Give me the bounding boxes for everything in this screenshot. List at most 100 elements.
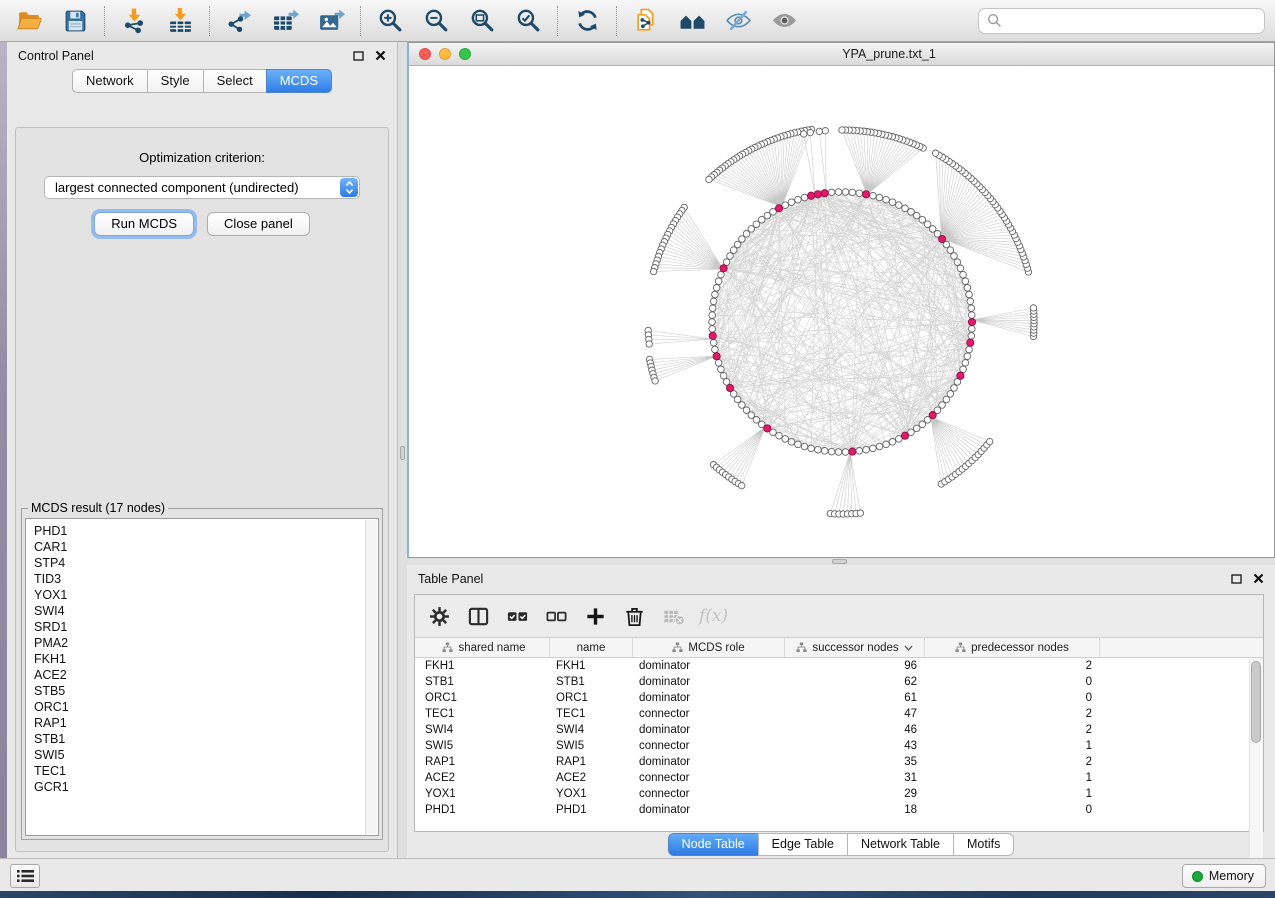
column-header-predecessor-nodes[interactable]: predecessor nodes	[925, 638, 1100, 657]
window-close-button[interactable]	[419, 48, 431, 60]
control-panel-close-icon[interactable]	[375, 50, 386, 61]
network-canvas[interactable]	[409, 66, 1274, 557]
mcds-result-item[interactable]: YOX1	[34, 587, 364, 603]
mcds-result-item[interactable]: PMA2	[34, 635, 364, 651]
search-input[interactable]	[1008, 13, 1256, 28]
column-header-name[interactable]: name	[550, 638, 633, 657]
mcds-result-item[interactable]: STP4	[34, 555, 364, 571]
export-image-icon[interactable]	[312, 4, 350, 38]
control-panel-float-icon[interactable]	[353, 51, 364, 61]
tab-select[interactable]: Select	[203, 69, 266, 93]
show-all-icon[interactable]	[765, 4, 803, 38]
mcds-result-item[interactable]: TID3	[34, 571, 364, 587]
create-column-icon[interactable]	[582, 603, 609, 630]
table-header-row: shared namenameMCDS rolesuccessor nodesp…	[415, 638, 1263, 658]
optimization-criterion-select[interactable]: largest connected component (undirected)	[44, 176, 360, 199]
table-row[interactable]: RAP1RAP1dominator352	[419, 754, 1263, 770]
table-row[interactable]: PHD1PHD1dominator180	[419, 802, 1263, 818]
mcds-result-item[interactable]: STB5	[34, 683, 364, 699]
refresh-icon[interactable]	[568, 4, 606, 38]
splitter-grip-icon[interactable]	[832, 559, 847, 564]
table-row[interactable]: YOX1YOX1connector291	[419, 786, 1263, 802]
table-row[interactable]: ACE2ACE2connector311	[419, 770, 1263, 786]
network-view-window: YPA_prune.txt_1	[407, 42, 1275, 558]
network-graph[interactable]	[409, 66, 1274, 556]
search-box[interactable]	[978, 8, 1265, 34]
mcds-result-box: MCDS result (17 nodes) PHD1CAR1STP4TID3Y…	[21, 501, 383, 840]
splitter-grip-icon[interactable]	[400, 446, 405, 460]
tab-motifs[interactable]: Motifs	[953, 833, 1014, 856]
result-list-scrollbar[interactable]	[365, 520, 377, 834]
tab-network[interactable]: Network	[72, 69, 147, 93]
toolbar-separator	[557, 6, 558, 36]
select-all-icon[interactable]	[504, 603, 531, 630]
vertical-splitter[interactable]	[398, 42, 407, 858]
table-row[interactable]: SWI5SWI5connector431	[419, 738, 1263, 754]
tab-style[interactable]: Style	[147, 69, 203, 93]
mcds-result-item[interactable]: PHD1	[34, 523, 364, 539]
settings-gear-icon[interactable]	[426, 603, 453, 630]
close-panel-button[interactable]: Close panel	[207, 212, 310, 236]
mcds-result-item[interactable]: CAR1	[34, 539, 364, 555]
table-row[interactable]: SWI4SWI4dominator462	[419, 722, 1263, 738]
table-cell: STB1	[550, 676, 633, 688]
table-panel: Table Panel f(x) shared namenameMCDS rol…	[407, 565, 1275, 858]
export-table-icon[interactable]	[266, 4, 304, 38]
mcds-result-item[interactable]: STB1	[34, 731, 364, 747]
zoom-selected-icon[interactable]	[509, 4, 547, 38]
table-cell: PHD1	[550, 804, 633, 816]
task-history-button[interactable]	[10, 864, 40, 888]
tab-node-table[interactable]: Node Table	[668, 833, 758, 856]
mcds-result-item[interactable]: GCR1	[34, 779, 364, 795]
mcds-result-item[interactable]: SRD1	[34, 619, 364, 635]
mcds-result-list[interactable]: PHD1CAR1STP4TID3YOX1SWI4SRD1PMA2FKH1ACE2…	[27, 520, 364, 834]
table-row[interactable]: TEC1TEC1connector472	[419, 706, 1263, 722]
table-cell: 47	[785, 708, 925, 720]
export-network-icon[interactable]	[220, 4, 258, 38]
mcds-result-item[interactable]: ACE2	[34, 667, 364, 683]
zoom-out-icon[interactable]	[417, 4, 455, 38]
control-panel: Control Panel NetworkStyleSelectMCDS Opt…	[7, 42, 398, 858]
zoom-fit-icon[interactable]	[463, 4, 501, 38]
mcds-result-item[interactable]: SWI5	[34, 747, 364, 763]
horizontal-splitter[interactable]	[407, 558, 1275, 565]
deselect-all-icon[interactable]	[543, 603, 570, 630]
mcds-result-item[interactable]: TEC1	[34, 763, 364, 779]
scrollbar-thumb[interactable]	[1251, 661, 1261, 743]
new-network-from-selection-icon[interactable]	[627, 4, 665, 38]
first-neighbors-icon[interactable]	[673, 4, 711, 38]
delete-column-icon[interactable]	[621, 603, 648, 630]
memory-button[interactable]: Memory	[1182, 864, 1266, 888]
tab-edge-table[interactable]: Edge Table	[758, 833, 847, 856]
mcds-result-item[interactable]: RAP1	[34, 715, 364, 731]
table-cell: RAP1	[550, 756, 633, 768]
window-minimize-button[interactable]	[439, 48, 451, 60]
tab-mcds[interactable]: MCDS	[266, 69, 332, 93]
run-mcds-button[interactable]: Run MCDS	[94, 212, 194, 236]
show-columns-icon[interactable]	[465, 603, 492, 630]
main-toolbar	[0, 0, 1275, 42]
table-cell: FKH1	[550, 660, 633, 672]
mcds-result-item[interactable]: SWI4	[34, 603, 364, 619]
import-network-icon[interactable]	[115, 4, 153, 38]
table-panel-float-icon[interactable]	[1231, 574, 1242, 584]
column-header-successor-nodes[interactable]: successor nodes	[785, 638, 925, 657]
save-session-icon[interactable]	[56, 4, 94, 38]
table-row[interactable]: FKH1FKH1dominator962	[419, 658, 1263, 674]
table-panel-close-icon[interactable]	[1253, 573, 1264, 584]
column-header-shared-name[interactable]: shared name	[419, 638, 550, 657]
column-header-MCDS-role[interactable]: MCDS role	[633, 638, 785, 657]
import-table-icon[interactable]	[161, 4, 199, 38]
mcds-result-item[interactable]: FKH1	[34, 651, 364, 667]
table-cell: 31	[785, 772, 925, 784]
window-maximize-button[interactable]	[459, 48, 471, 60]
mcds-result-item[interactable]: ORC1	[34, 699, 364, 715]
open-file-icon[interactable]	[10, 4, 48, 38]
table-row[interactable]: STB1STB1dominator620	[419, 674, 1263, 690]
table-rows: FKH1FKH1dominator962STB1STB1dominator620…	[415, 658, 1263, 818]
tab-network-table[interactable]: Network Table	[847, 833, 953, 856]
table-row[interactable]: ORC1ORC1dominator610	[419, 690, 1263, 706]
hide-selection-icon[interactable]	[719, 4, 757, 38]
zoom-in-icon[interactable]	[371, 4, 409, 38]
table-cell: 96	[785, 660, 925, 672]
